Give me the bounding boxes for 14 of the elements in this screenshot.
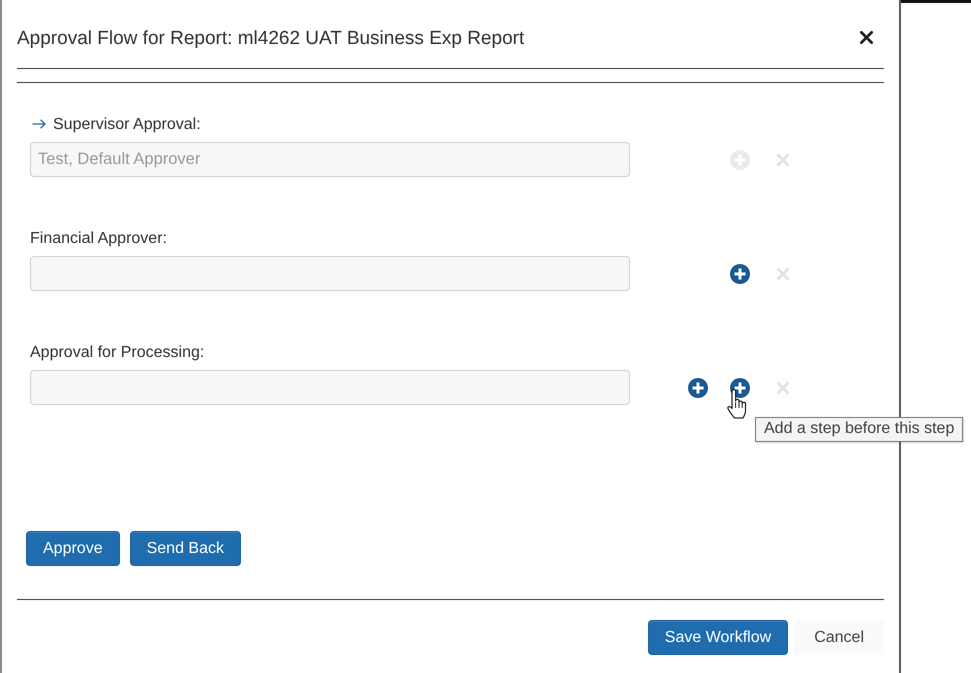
plus-circle-icon[interactable] xyxy=(730,264,750,284)
action-button[interactable]: Approve xyxy=(26,531,120,566)
step-label: Financial Approver: xyxy=(30,230,167,248)
save-button[interactable]: Save Workflow xyxy=(648,620,788,655)
approver-field[interactable] xyxy=(30,256,630,291)
approver-field[interactable] xyxy=(30,370,630,405)
dialog-title: Approval Flow for Report: ml4262 UAT Business Exp Report xyxy=(17,27,524,51)
cancel-button[interactable]: Cancel xyxy=(794,620,884,655)
plus-circle-icon[interactable] xyxy=(688,378,708,398)
step-label: Approval for Processing: xyxy=(30,344,204,362)
step-label: Supervisor Approval: xyxy=(53,116,201,134)
tooltip: Add a step before this step xyxy=(755,416,964,442)
action-button[interactable]: Send Back xyxy=(130,531,241,566)
close-icon[interactable] xyxy=(860,30,873,44)
